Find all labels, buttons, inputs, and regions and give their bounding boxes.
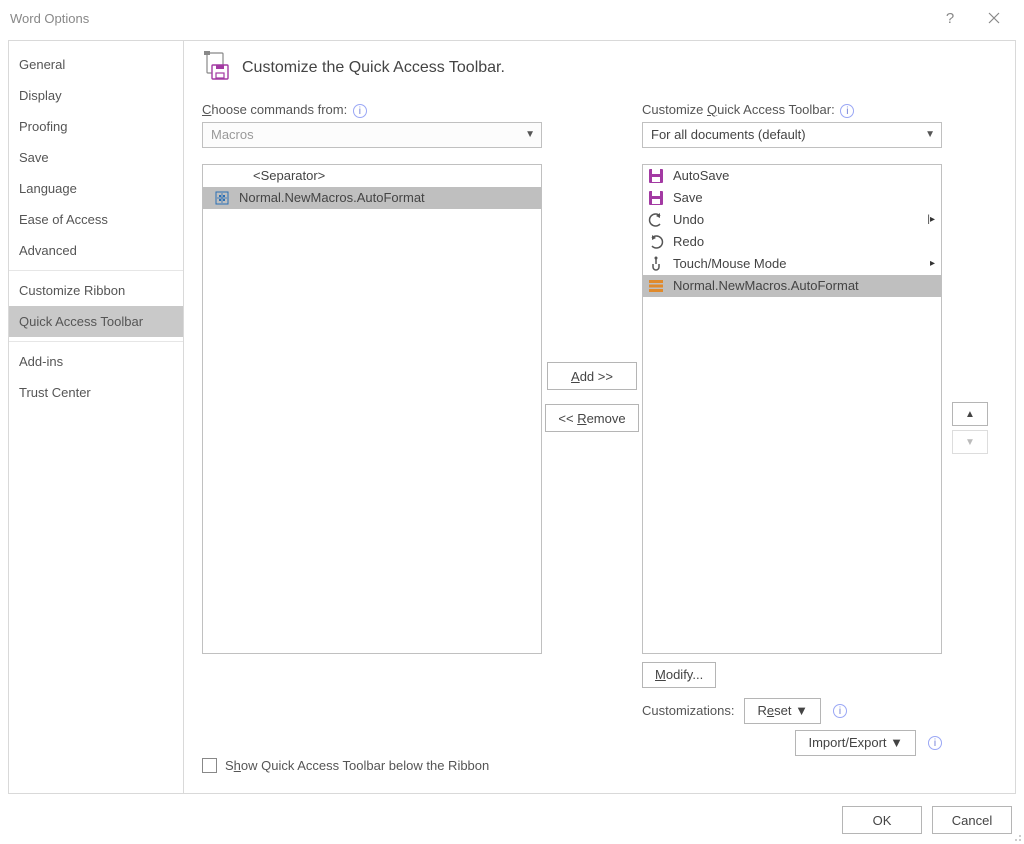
macro-icon (213, 190, 231, 206)
list-item-separator[interactable]: <Separator> (203, 165, 541, 187)
show-below-ribbon-row[interactable]: Show Quick Access Toolbar below the Ribb… (202, 758, 489, 773)
list-item-undo[interactable]: Undo |▸ (643, 209, 941, 231)
list-item-macro[interactable]: Normal.NewMacros.AutoFormat (643, 275, 941, 297)
sidebar-item-general[interactable]: General (9, 49, 183, 80)
help-button[interactable]: ? (928, 10, 972, 27)
list-item-redo[interactable]: Redo (643, 231, 941, 253)
reorder-buttons: ▲ ▼ (952, 402, 988, 454)
customize-qat-dropdown[interactable]: For all documents (default) ▼ (642, 122, 942, 148)
submenu-indicator-icon: ▸ (930, 258, 935, 269)
choose-commands-value: Macros (211, 127, 254, 142)
sidebar-separator (9, 270, 183, 271)
save-icon (647, 190, 665, 206)
sidebar-item-trust-center[interactable]: Trust Center (9, 377, 183, 408)
sidebar-item-save[interactable]: Save (9, 142, 183, 173)
macro-orange-icon (647, 278, 665, 294)
sidebar-item-customize-ribbon[interactable]: Customize Ribbon (9, 275, 183, 306)
ok-button[interactable]: OK (842, 806, 922, 834)
choose-commands-dropdown[interactable]: Macros ▼ (202, 122, 542, 148)
undo-icon (647, 212, 665, 228)
list-item-macro[interactable]: Normal.NewMacros.AutoFormat (203, 187, 541, 209)
main-pane: Customize the Quick Access Toolbar. Choo… (184, 40, 1016, 794)
autosave-icon (647, 168, 665, 184)
chevron-down-icon: ▼ (925, 129, 935, 140)
sidebar-item-language[interactable]: Language (9, 173, 183, 204)
remove-button[interactable]: << Remove (545, 404, 638, 432)
qat-icon (202, 51, 232, 84)
sidebar-item-proofing[interactable]: Proofing (9, 111, 183, 142)
dialog-footer: OK Cancel (842, 806, 1012, 834)
info-icon[interactable]: i (928, 736, 942, 750)
move-up-button[interactable]: ▲ (952, 402, 988, 426)
customizations-label: Customizations: (642, 703, 734, 718)
sidebar-item-display[interactable]: Display (9, 80, 183, 111)
info-icon[interactable]: i (840, 104, 854, 118)
sidebar-item-ease-of-access[interactable]: Ease of Access (9, 204, 183, 235)
current-qat-list[interactable]: AutoSave Save Undo |▸ (642, 164, 942, 654)
cancel-button[interactable]: Cancel (932, 806, 1012, 834)
close-button[interactable] (972, 11, 1016, 25)
page-heading-text: Customize the Quick Access Toolbar. (242, 59, 505, 77)
sidebar-separator (9, 341, 183, 342)
sidebar-item-add-ins[interactable]: Add-ins (9, 346, 183, 377)
close-icon (987, 11, 1001, 25)
split-indicator-icon: |▸ (927, 214, 935, 225)
add-button[interactable]: Add >> (547, 362, 637, 390)
reset-button[interactable]: Reset ▼ (744, 698, 820, 724)
customize-qat-label: Customize Quick Access Toolbar: i (642, 102, 942, 118)
info-icon[interactable]: i (353, 104, 367, 118)
import-export-button[interactable]: Import/Export ▼ (795, 730, 916, 756)
window-title: Word Options (8, 11, 928, 26)
category-sidebar: General Display Proofing Save Language E… (8, 40, 184, 794)
choose-commands-label: Choose commands from: i (202, 102, 542, 118)
info-icon[interactable]: i (833, 704, 847, 718)
current-qat-column: Customize Quick Access Toolbar: i For al… (642, 102, 942, 756)
redo-icon (647, 234, 665, 250)
move-down-button[interactable]: ▼ (952, 430, 988, 454)
dialog-body: General Display Proofing Save Language E… (8, 40, 1016, 794)
show-below-ribbon-checkbox[interactable] (202, 758, 217, 773)
sidebar-item-advanced[interactable]: Advanced (9, 235, 183, 266)
page-heading: Customize the Quick Access Toolbar. (202, 51, 1003, 84)
list-item-autosave[interactable]: AutoSave (643, 165, 941, 187)
sidebar-item-quick-access-toolbar[interactable]: Quick Access Toolbar (9, 306, 183, 337)
list-item-touch-mouse[interactable]: Touch/Mouse Mode ▸ (643, 253, 941, 275)
touch-icon (647, 256, 665, 272)
available-commands-list[interactable]: <Separator> (202, 164, 542, 654)
show-below-ribbon-label: Show Quick Access Toolbar below the Ribb… (225, 758, 489, 773)
titlebar: Word Options ? (0, 0, 1024, 36)
list-item-save[interactable]: Save (643, 187, 941, 209)
choose-commands-column: Choose commands from: i Macros ▼ <Separa… (202, 102, 542, 654)
customize-qat-value: For all documents (default) (651, 127, 806, 142)
chevron-down-icon: ▼ (525, 129, 535, 140)
transfer-buttons: Add >> << Remove (542, 102, 642, 432)
modify-button[interactable]: Modify... (642, 662, 716, 688)
resize-grip[interactable] (1008, 828, 1022, 842)
